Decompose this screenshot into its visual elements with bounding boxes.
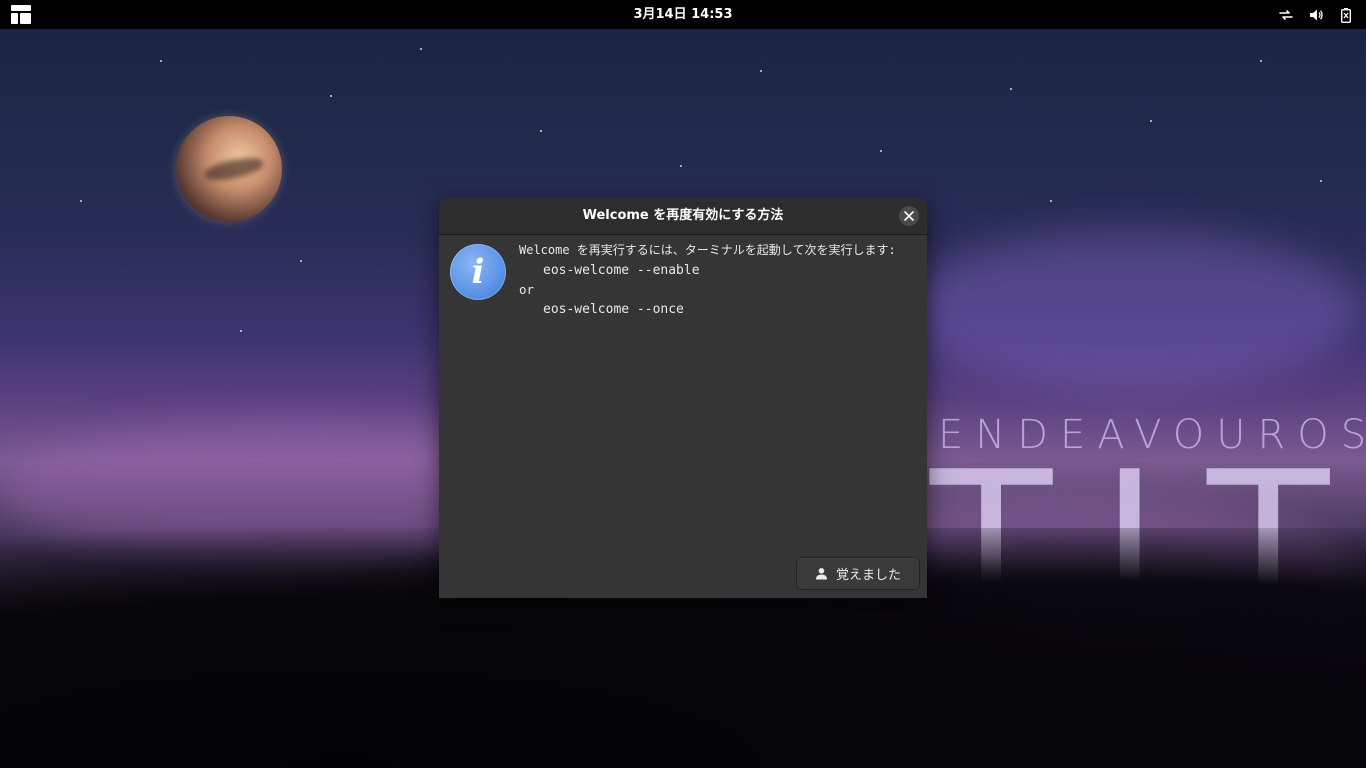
- dialog-message: Welcome を再実行するには、ターミナルを起動して次を実行します: eos-…: [519, 241, 896, 319]
- dialog-header: Welcome を再度有効にする方法: [439, 198, 927, 235]
- understood-button[interactable]: 覚えました: [796, 557, 920, 590]
- clock: 3月14日 14:53: [0, 0, 1366, 29]
- information-icon: i: [450, 244, 506, 300]
- network-wired-icon[interactable]: [1278, 7, 1294, 23]
- volume-icon[interactable]: [1308, 7, 1324, 23]
- message-or: or: [519, 282, 535, 297]
- message-command-enable: eos-welcome --enable: [543, 262, 700, 278]
- close-button[interactable]: [899, 206, 919, 226]
- message-intro: Welcome を再実行するには、ターミナルを起動して次を実行します:: [519, 243, 896, 257]
- message-command-once: eos-welcome --once: [543, 301, 684, 317]
- top-bar: 3月14日 14:53: [0, 0, 1366, 29]
- person-icon: [815, 568, 827, 580]
- wallpaper-cloud-glow: [900, 230, 1360, 390]
- battery-icon[interactable]: [1338, 7, 1354, 23]
- close-icon: [904, 211, 914, 221]
- system-tray[interactable]: [1278, 0, 1354, 29]
- understood-button-label: 覚えました: [835, 568, 901, 583]
- information-glyph: i: [471, 252, 485, 292]
- reenable-welcome-dialog: Welcome を再度有効にする方法 i Welcome を再実行するには、ター…: [439, 198, 927, 598]
- wallpaper-moon: [176, 116, 282, 222]
- dialog-title: Welcome を再度有効にする方法: [582, 208, 784, 223]
- clock-label[interactable]: 3月14日 14:53: [633, 7, 732, 22]
